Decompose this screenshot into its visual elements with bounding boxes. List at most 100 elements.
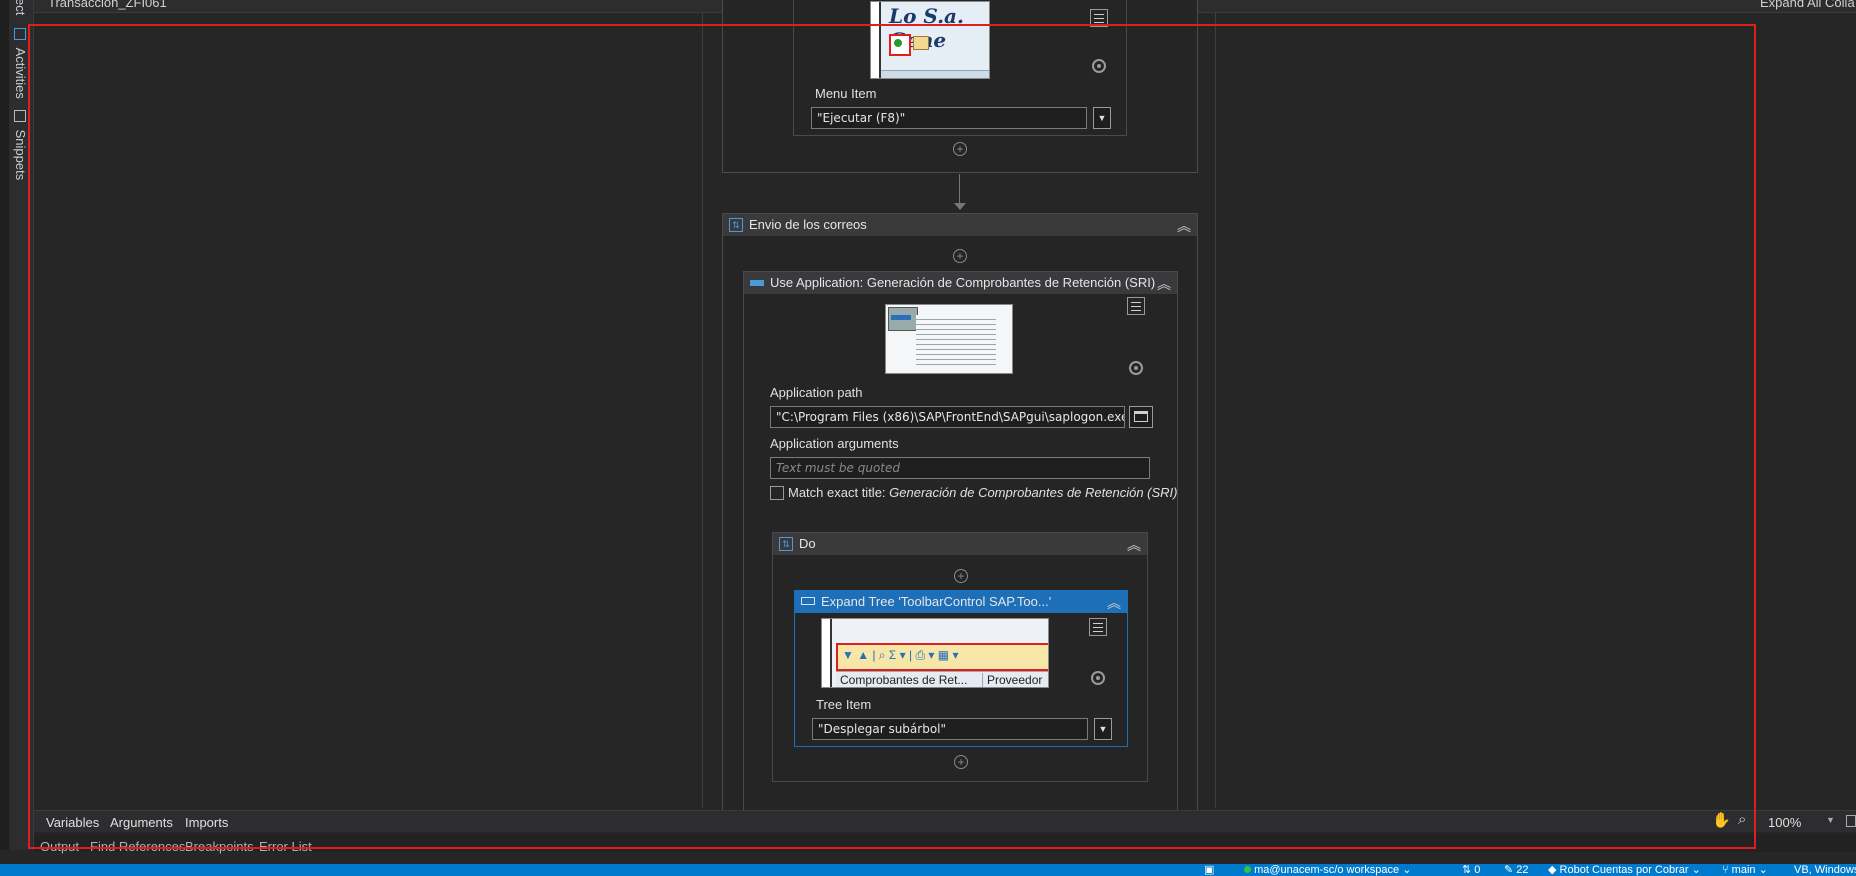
project-name: Robot Cuentas por Cobrar [1559, 864, 1689, 876]
do-header[interactable]: ⇅ Do ︽ [773, 533, 1147, 555]
sequence-icon: ⇅ [729, 218, 743, 232]
project-icon: ◆ [1548, 864, 1557, 876]
sequence-guide-left [702, 13, 703, 808]
chevron-down-icon: ⌄ [1758, 864, 1768, 876]
pencil-icon: ✎ [1504, 864, 1514, 876]
project-status[interactable]: ◆ Robot Cuentas por Cobrar ⌄ [1548, 864, 1701, 876]
application-path-field[interactable]: "C:\Program Files (x86)\SAP\FrontEnd\SAP… [770, 406, 1125, 428]
branch-status[interactable]: ⑂ main ⌄ [1722, 864, 1768, 876]
account-status[interactable]: ma@unacem-sc/o workspace ⌄ [1244, 864, 1411, 876]
application-arguments-label: Application arguments [770, 436, 899, 451]
publish-icon[interactable]: ▣ [1204, 864, 1214, 876]
activity-menu-button[interactable] [1089, 618, 1107, 636]
expand-tree-title: Expand Tree 'ToolbarControl SAP.Too...' [821, 594, 1052, 609]
expand-all-button[interactable]: Expand All Colla [1760, 0, 1855, 10]
tab-project[interactable]: ect [13, 0, 28, 15]
use-application-title: Use Application: Generación de Comproban… [770, 275, 1156, 290]
indicate-target-icon[interactable] [1129, 361, 1143, 375]
branch-icon: ⑂ [1722, 864, 1729, 876]
pending-changes[interactable]: ✎ 22 [1504, 864, 1529, 876]
arrow-up-icon: ⇅ [1462, 864, 1472, 876]
sequence-icon: ⇅ [779, 537, 793, 551]
do-sequence[interactable]: ⇅ Do ︽ + Expand Tree 'ToolbarControl SAP… [772, 532, 1148, 782]
variables-bar [34, 810, 1856, 832]
pan-hand-icon[interactable]: ✋ [1712, 811, 1731, 829]
tab-find-references[interactable]: Find References [90, 839, 185, 854]
thumbnail-column-2: Proveedor [982, 673, 1042, 687]
sequence-title: Envio de los correos [749, 217, 867, 232]
indicate-target-icon[interactable] [1092, 59, 1106, 73]
tab-imports[interactable]: Imports [185, 815, 228, 830]
pending-changes-count: 22 [1516, 864, 1529, 876]
expand-tree-activity[interactable]: Expand Tree 'ToolbarControl SAP.Too...' … [794, 590, 1128, 747]
activity-menu-button[interactable] [1090, 9, 1108, 27]
application-path-label: Application path [770, 385, 863, 400]
highlighted-toolbar: ▼ ▲ | ⌕ Σ ▾ | ⎙ ▾ ▦ ▾ [836, 643, 1048, 671]
use-application-header[interactable]: Use Application: Generación de Comproban… [744, 272, 1177, 294]
online-dot-icon [1244, 866, 1251, 873]
match-exact-title-label: Match exact title: Generación de Comprob… [788, 485, 1178, 500]
sync-status[interactable]: ⇅ 0 [1462, 864, 1480, 876]
match-exact-title-prefix: Match exact title: [788, 485, 886, 500]
collapse-icon[interactable]: ︽ [1157, 273, 1171, 295]
tab-output[interactable]: Output [40, 839, 79, 854]
match-exact-title-checkbox[interactable] [770, 486, 784, 500]
tree-item-dropdown[interactable]: ▼ [1094, 718, 1112, 740]
connector-line [959, 174, 960, 206]
expand-tree-header[interactable]: Expand Tree 'ToolbarControl SAP.Too...' … [795, 591, 1127, 613]
tab-snippets-label: Snippets [13, 129, 28, 181]
do-title: Do [799, 536, 816, 551]
sequence-envio-correos[interactable]: ⇅ Envio de los correos ︽ + Use Applicati… [722, 213, 1198, 814]
tab-activities[interactable]: Activities [13, 28, 28, 99]
window-icon [1134, 411, 1148, 422]
account-label: ma@unacem-sc/o workspace [1254, 864, 1400, 876]
tree-item-label: Tree Item [816, 697, 872, 712]
add-activity-button[interactable]: + [954, 569, 968, 583]
snippets-icon [14, 110, 26, 122]
add-activity-button[interactable]: + [953, 249, 967, 263]
toolbar-screenshot-thumbnail: ▼ ▲ | ⌕ Σ ▾ | ⎙ ▾ ▦ ▾ Comprobantes de Re… [821, 618, 1049, 688]
sequence-guide-right [1215, 13, 1216, 808]
collapse-icon[interactable]: ︽ [1127, 534, 1141, 556]
sequence-header[interactable]: ⇅ Envio de los correos ︽ [723, 214, 1197, 236]
activity-menu-button[interactable] [1127, 297, 1145, 315]
branch-name: main [1731, 864, 1756, 876]
tree-item-field[interactable]: "Desplegar subárbol" [812, 718, 1088, 740]
chevron-down-icon: ⌄ [1402, 864, 1412, 876]
application-screenshot-thumbnail [885, 304, 1013, 374]
tab-breakpoints[interactable]: Breakpoints [185, 839, 254, 854]
zoom-icon[interactable]: ⌕ [1738, 811, 1746, 828]
indicate-target-icon[interactable] [1091, 671, 1105, 685]
collapse-icon[interactable]: ︽ [1107, 592, 1121, 614]
left-rail-strip [0, 0, 9, 850]
fit-to-screen-icon[interactable] [1846, 815, 1856, 827]
tab-snippets[interactable]: Snippets [13, 110, 28, 180]
add-activity-button[interactable]: + [954, 755, 968, 769]
add-activity-button[interactable]: + [953, 142, 967, 156]
application-window-icon [750, 280, 764, 286]
platform-status: VB, Windows [1794, 864, 1856, 876]
sync-count: 0 [1474, 864, 1481, 876]
match-exact-title-value: Generación de Comprobantes de Retención … [889, 485, 1178, 500]
browse-application-button[interactable] [1129, 406, 1153, 428]
menu-item-field[interactable]: "Ejecutar (F8)" [811, 107, 1087, 129]
menu-item-label: Menu Item [815, 86, 877, 101]
use-application-activity[interactable]: Use Application: Generación de Comproban… [743, 271, 1178, 814]
tab-variables[interactable]: Variables [46, 815, 99, 830]
tab-error-list[interactable]: Error List [259, 839, 312, 854]
tab-activities-label: Activities [13, 47, 28, 99]
copy-icon [913, 36, 929, 50]
connector-arrow-icon [954, 203, 966, 210]
tab-arguments[interactable]: Arguments [110, 815, 173, 830]
menu-item-dropdown[interactable]: ▼ [1093, 107, 1111, 129]
tree-icon [801, 597, 815, 605]
activities-icon [14, 28, 26, 40]
menu-item-activity[interactable]: Lo S.a. Gene Menu Item "Ejecutar (F8)" ▼ [793, 0, 1127, 136]
execute-icon [889, 34, 911, 56]
zoom-dropdown-icon[interactable]: ▼ [1826, 815, 1835, 825]
document-title: Transaccion_ZFI061 [48, 0, 167, 10]
collapse-icon[interactable]: ︽ [1177, 215, 1191, 237]
zoom-level[interactable]: 100% [1768, 815, 1801, 830]
menu-screenshot-thumbnail: Lo S.a. Gene [870, 1, 990, 79]
application-arguments-field[interactable]: Text must be quoted [770, 457, 1150, 479]
